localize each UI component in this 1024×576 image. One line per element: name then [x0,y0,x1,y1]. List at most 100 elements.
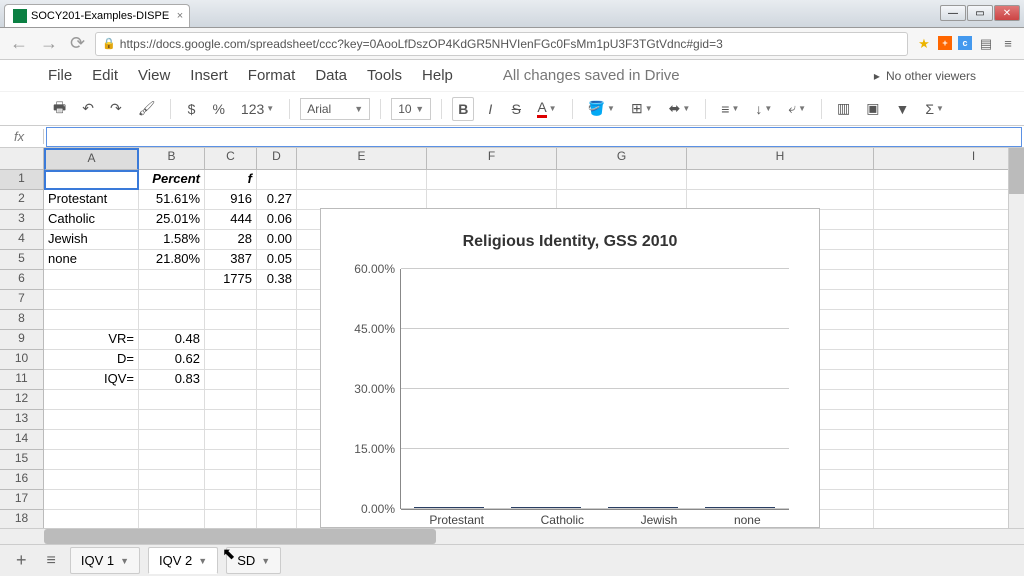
insert-chart-button[interactable]: ▥ [832,97,855,120]
column-header[interactable]: F [427,148,557,170]
reload-button[interactable]: ⟳ [68,33,87,54]
cell[interactable] [257,290,297,310]
cell[interactable]: D= [44,350,139,370]
cell[interactable] [874,430,1024,450]
bookmark-icon[interactable]: ★ [916,36,932,52]
text-color-button[interactable]: A▼ [532,96,561,121]
cell[interactable] [44,390,139,410]
cell[interactable] [44,170,139,190]
extension-sheet-icon[interactable]: ▤ [978,36,994,52]
format-percent-button[interactable]: % [207,98,229,120]
functions-button[interactable]: Σ▼ [920,98,949,120]
embedded-chart[interactable]: Religious Identity, GSS 2010 ProtestantC… [320,208,820,528]
cell[interactable] [205,430,257,450]
cell[interactable] [874,510,1024,528]
cell[interactable] [205,470,257,490]
cell[interactable] [874,210,1024,230]
row-header[interactable]: 7 [0,290,44,310]
row-header[interactable]: 11 [0,370,44,390]
sheet-tab-iqv1[interactable]: IQV 1▼ [70,547,140,574]
merge-cells-button[interactable]: ⬌▼ [664,97,696,120]
cell[interactable] [874,170,1024,190]
cell[interactable] [257,430,297,450]
close-window-button[interactable]: ✕ [994,5,1020,21]
row-header[interactable]: 16 [0,470,44,490]
cell[interactable] [139,290,205,310]
cell[interactable] [297,170,427,190]
row-header[interactable]: 6 [0,270,44,290]
row-header[interactable]: 3 [0,210,44,230]
cell[interactable] [874,410,1024,430]
cell[interactable]: 0.06 [257,210,297,230]
undo-button[interactable]: ↶ [77,97,99,120]
cell[interactable] [874,370,1024,390]
row-header[interactable]: 13 [0,410,44,430]
cell[interactable] [874,290,1024,310]
menu-help[interactable]: Help [422,67,453,84]
row-header[interactable]: 15 [0,450,44,470]
cell[interactable] [257,170,297,190]
cell[interactable] [257,330,297,350]
cell[interactable] [205,490,257,510]
format-currency-button[interactable]: $ [181,98,201,120]
minimize-button[interactable]: — [940,5,966,21]
cell[interactable] [44,310,139,330]
cell[interactable]: 1.58% [139,230,205,250]
cell[interactable] [257,370,297,390]
select-all-cell[interactable] [0,148,44,170]
cell[interactable] [874,390,1024,410]
url-input[interactable]: 🔒 https://docs.google.com/spreadsheet/cc… [95,32,908,56]
row-header[interactable]: 17 [0,490,44,510]
cell[interactable]: Percent [139,170,205,190]
cell[interactable]: 444 [205,210,257,230]
formula-input[interactable] [46,127,1022,147]
cell[interactable]: Protestant [44,190,139,210]
browser-tab[interactable]: SOCY201-Examples-DISPE × [4,4,190,27]
cell[interactable]: 0.38 [257,270,297,290]
cell[interactable]: 28 [205,230,257,250]
column-header[interactable]: A [44,148,139,170]
column-header[interactable]: I [874,148,1024,170]
cell[interactable] [874,350,1024,370]
cell[interactable] [687,170,874,190]
cell[interactable] [139,390,205,410]
cell[interactable] [44,290,139,310]
cell[interactable] [44,490,139,510]
extension-c-icon[interactable]: c [958,36,972,50]
cell[interactable] [297,190,427,210]
forward-button[interactable]: → [38,33,60,54]
cell[interactable] [205,310,257,330]
menu-edit[interactable]: Edit [92,67,118,84]
cell[interactable] [874,490,1024,510]
cell[interactable]: VR= [44,330,139,350]
cell[interactable] [139,310,205,330]
row-header[interactable]: 4 [0,230,44,250]
cell[interactable]: Catholic [44,210,139,230]
cell[interactable] [44,430,139,450]
back-button[interactable]: ← [8,33,30,54]
cell[interactable] [139,510,205,528]
cell[interactable] [205,290,257,310]
row-header[interactable]: 8 [0,310,44,330]
cell[interactable] [139,410,205,430]
column-header[interactable]: B [139,148,205,170]
column-header[interactable]: E [297,148,427,170]
cell[interactable] [44,410,139,430]
cell[interactable]: 916 [205,190,257,210]
cell[interactable] [139,490,205,510]
cell[interactable] [874,190,1024,210]
cell[interactable]: Jewish [44,230,139,250]
cell[interactable]: none [44,250,139,270]
cell[interactable] [687,190,874,210]
menu-format[interactable]: Format [248,67,296,84]
cell[interactable] [139,270,205,290]
cell[interactable] [257,510,297,528]
column-header[interactable]: G [557,148,687,170]
cell[interactable] [257,310,297,330]
cell[interactable] [44,470,139,490]
cell[interactable]: f [205,170,257,190]
cell[interactable] [557,170,687,190]
cell[interactable] [44,270,139,290]
cell[interactable]: 0.83 [139,370,205,390]
cell[interactable] [874,470,1024,490]
